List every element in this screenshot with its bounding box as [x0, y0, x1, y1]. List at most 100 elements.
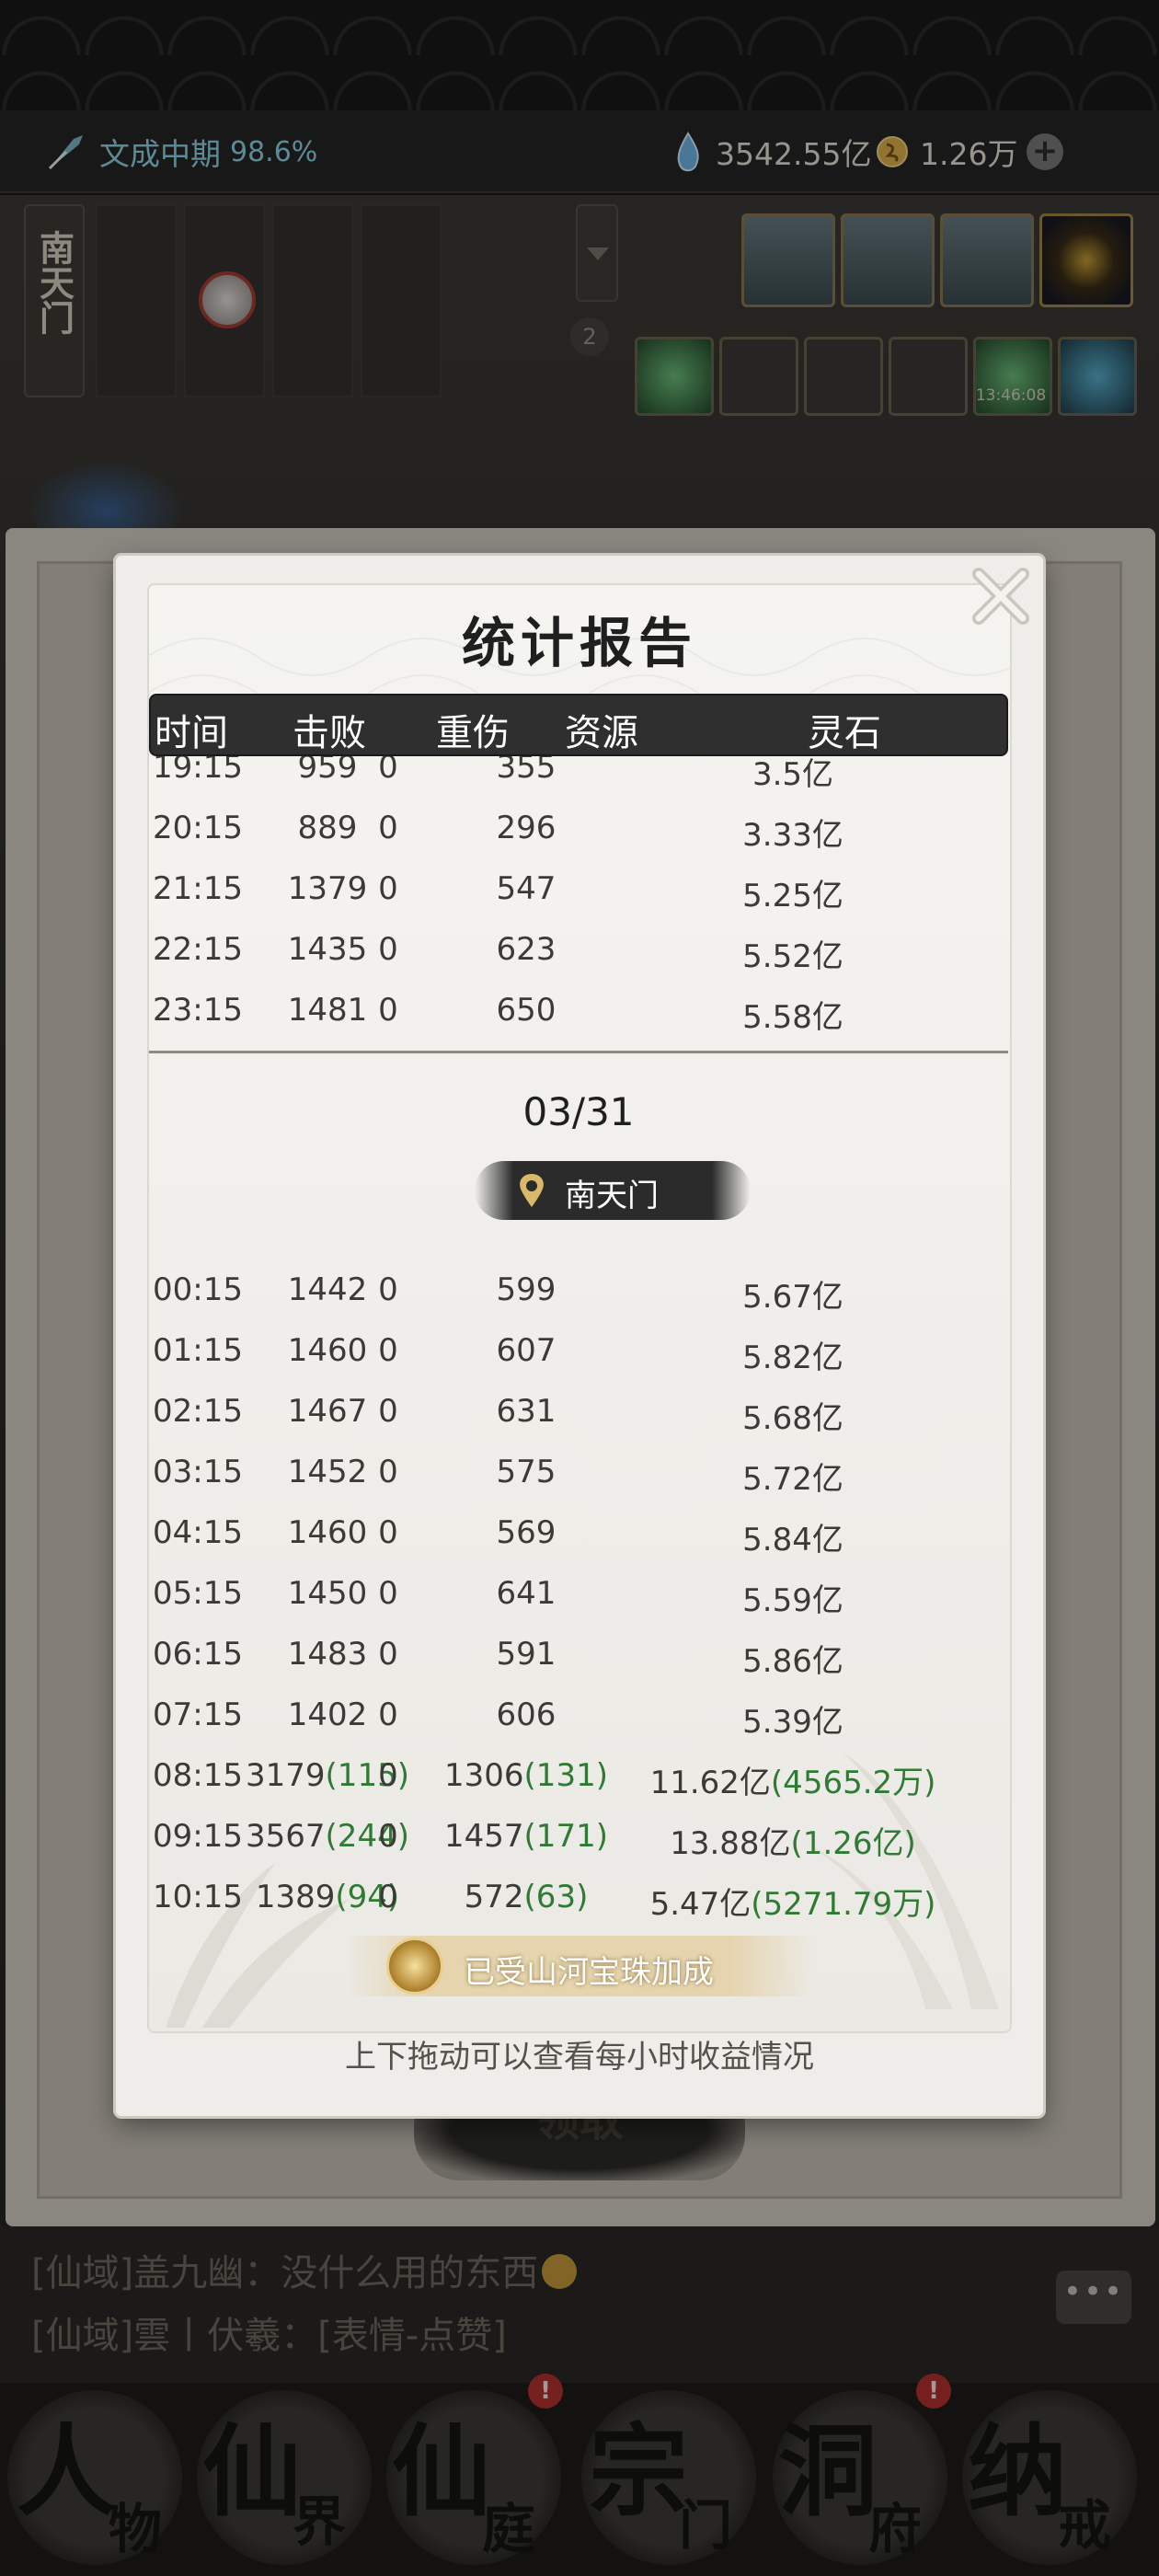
location-label: 南天门: [475, 1161, 751, 1220]
cell-time: 20:15: [153, 810, 243, 846]
stones-value: 5.72亿: [742, 1461, 843, 1498]
cell-time: 03:15: [153, 1454, 243, 1490]
cell-stones: 5.47亿(5271.79万): [618, 1879, 968, 1924]
cell-stones: 13.88亿(1.26亿): [618, 1818, 968, 1863]
statistics-report-modal: 统计报告 时间 击败 重伤 资源 灵石 19:15 959 0 355 3.5亿…: [116, 556, 1043, 2116]
kills-value: 3567: [246, 1818, 326, 1855]
cell-injuries: 0: [378, 1879, 398, 1915]
resources-bonus: (131): [523, 1757, 608, 1794]
cell-resources: 355: [496, 756, 557, 786]
cell-time: 10:15: [153, 1879, 243, 1915]
stones-bonus: (1.26亿): [790, 1825, 916, 1862]
cell-stones: 5.72亿: [618, 1454, 968, 1499]
cell-stones: 5.39亿: [618, 1696, 968, 1742]
cell-injuries: 0: [378, 1696, 398, 1733]
table-row: 02:15 1467 0 631 5.68亿: [149, 1382, 1008, 1443]
cell-time: 19:15: [153, 756, 243, 786]
bonus-notice: 已受山河宝珠加成: [346, 1936, 813, 1996]
resources-value: 1457: [444, 1818, 524, 1855]
cell-stones: 5.84亿: [618, 1514, 968, 1559]
cell-injuries: 0: [378, 1575, 398, 1612]
close-icon[interactable]: [966, 561, 1036, 631]
cell-resources: 1457(171): [434, 1818, 618, 1855]
table-header: 时间 击败 重伤 资源 灵石: [149, 694, 1008, 756]
cell-injuries: 0: [378, 1393, 398, 1430]
cell-stones: 5.82亿: [618, 1332, 968, 1377]
resources-value: 607: [496, 1332, 557, 1369]
table-row: 06:15 1483 0 591 5.86亿: [149, 1625, 1008, 1685]
table-row: 04:15 1460 0 569 5.84亿: [149, 1503, 1008, 1564]
stones-bonus: (4565.2万): [770, 1765, 936, 1801]
cell-resources: 650: [496, 992, 557, 1029]
resources-value: 631: [496, 1393, 557, 1430]
cell-resources: 631: [434, 1393, 618, 1430]
cell-resources: 591: [434, 1636, 618, 1673]
resources-value: 569: [496, 1514, 557, 1551]
cell-time: 23:15: [153, 992, 243, 1029]
cell-resources: 296: [496, 810, 557, 846]
kills-value: 1452: [287, 1454, 368, 1490]
location-pin-icon: [520, 1174, 544, 1207]
stones-value: 13.88亿: [670, 1825, 791, 1862]
stones-value: 5.86亿: [742, 1643, 843, 1680]
cell-resources: 607: [434, 1332, 618, 1369]
table-row: 03:15 1452 0 575 5.72亿: [149, 1443, 1008, 1503]
kills-value: 1442: [287, 1271, 368, 1308]
kills-value: 1450: [287, 1575, 368, 1612]
resources-value: 606: [496, 1696, 557, 1733]
table-row: 22:15 1435 0 623 5.52亿: [149, 920, 1008, 981]
cell-time: 07:15: [153, 1696, 243, 1733]
resources-value: 641: [496, 1575, 557, 1612]
cell-time: 21:15: [153, 870, 243, 907]
resources-value: 599: [496, 1271, 557, 1308]
cell-time: 08:15: [153, 1757, 243, 1794]
cell-injuries: 0: [378, 992, 398, 1029]
resources-bonus: (171): [523, 1818, 608, 1855]
cell-stones: 5.52亿: [742, 938, 843, 975]
header-stones: 灵石: [808, 712, 881, 754]
cell-stones: 5.68亿: [618, 1393, 968, 1438]
kills-value: 1467: [287, 1393, 368, 1430]
kills-value: 3179: [246, 1757, 326, 1794]
date-label: 03/31: [522, 1089, 635, 1134]
kills-value: 1460: [287, 1332, 368, 1369]
cell-injuries: 0: [378, 1818, 398, 1855]
cell-injuries: 0: [378, 1636, 398, 1673]
header-injuries: 重伤: [436, 712, 510, 754]
cell-stones: 5.86亿: [618, 1636, 968, 1681]
table-row: 20:15 889 0 296 3.33亿: [149, 799, 1008, 859]
cell-resources: 623: [496, 931, 557, 968]
table-row: 00:15 1442 0 599 5.67亿: [149, 1260, 1008, 1321]
scroll-hint: 上下拖动可以查看每小时收益情况: [345, 2039, 814, 2076]
cell-resources: 606: [434, 1696, 618, 1733]
resources-value: 575: [496, 1454, 557, 1490]
cell-time: 06:15: [153, 1636, 243, 1673]
cell-resources: 1306(131): [434, 1757, 618, 1794]
report-scroll-list[interactable]: 19:15 959 0 355 3.5亿 20:15 889 0 296 3.3…: [149, 756, 1008, 1980]
cell-stones: 5.58亿: [742, 999, 843, 1036]
stones-value: 5.82亿: [742, 1340, 843, 1376]
kills-value: 1460: [287, 1514, 368, 1551]
cell-time: 00:15: [153, 1271, 243, 1308]
cell-stones: 3.5亿: [752, 756, 834, 793]
stones-value: 5.59亿: [742, 1582, 843, 1619]
cell-time: 01:15: [153, 1332, 243, 1369]
header-resources: 资源: [565, 712, 638, 754]
stones-bonus: (5271.79万): [751, 1886, 936, 1923]
table-row: 09:15 3567(244) 0 1457(171) 13.88亿(1.26亿…: [149, 1807, 1008, 1868]
cell-injuries: 0: [378, 810, 398, 846]
section-divider: [149, 1051, 1008, 1053]
table-row: 21:15 1379 0 547 5.25亿: [149, 859, 1008, 920]
cell-injuries: 0: [378, 870, 398, 907]
table-row: 23:15 1481 0 650 5.58亿: [149, 981, 1008, 1041]
resources-value: 591: [496, 1636, 557, 1673]
cell-stones: 5.59亿: [618, 1575, 968, 1620]
modal-title: 统计报告: [461, 612, 697, 674]
stones-value: 5.67亿: [742, 1279, 843, 1316]
table-row: 01:15 1460 0 607 5.82亿: [149, 1321, 1008, 1382]
cell-injuries: 0: [378, 1514, 398, 1551]
table-row: 07:15 1402 0 606 5.39亿: [149, 1685, 1008, 1746]
cell-resources: 575: [434, 1454, 618, 1490]
location-label-text: 南天门: [565, 1178, 659, 1214]
cell-resources: 569: [434, 1514, 618, 1551]
